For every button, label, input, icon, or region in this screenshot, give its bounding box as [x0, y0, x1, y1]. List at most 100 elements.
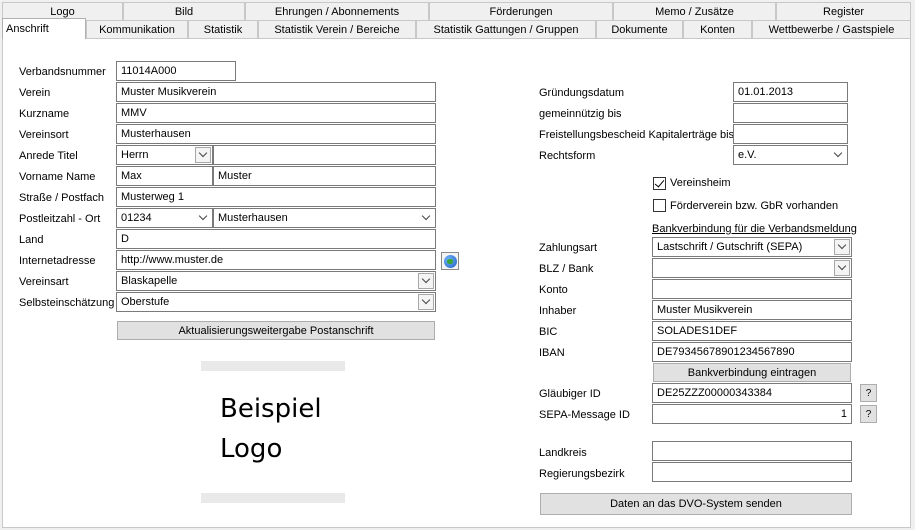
- gruendungsdatum-label: Gründungsdatum: [539, 87, 624, 99]
- internet-field[interactable]: http://www.muster.de: [116, 250, 436, 270]
- logo-bottom-bar: [201, 493, 345, 503]
- verbandsnummer-field[interactable]: 11014A000: [116, 61, 236, 81]
- chevron-down-icon[interactable]: [195, 210, 211, 226]
- logo-top-bar: [201, 361, 345, 371]
- bic-label: BIC: [539, 326, 558, 338]
- ort-value: Musterhausen: [218, 212, 288, 224]
- tab-dokumente[interactable]: Dokumente: [596, 20, 683, 38]
- selbsteinschaetzung-label: Selbsteinschätzung: [19, 297, 115, 309]
- zahlungsart-select[interactable]: Lastschrift / Gutschrift (SEPA): [652, 237, 852, 257]
- send-dvo-button[interactable]: Daten an das DVO-System senden: [540, 493, 852, 515]
- land-field[interactable]: D: [116, 229, 436, 249]
- rechtsform-value: e.V.: [738, 149, 757, 161]
- gemeinnuetzig-field[interactable]: [733, 103, 848, 123]
- tab-anschrift[interactable]: Anschrift: [2, 18, 86, 39]
- globe-icon: [443, 254, 457, 268]
- zahlungsart-value: Lastschrift / Gutschrift (SEPA): [657, 241, 803, 253]
- freistellung-label: Freistellungsbescheid Kapitalerträge bis: [539, 129, 735, 141]
- sepa-help-button[interactable]: ?: [860, 405, 877, 423]
- verein-label: Verein: [19, 87, 51, 99]
- blz-bank-select[interactable]: [652, 258, 852, 278]
- tab-kommunikation[interactable]: Kommunikation: [86, 20, 188, 38]
- anrede-titel-label: Anrede Titel: [19, 150, 78, 162]
- freistellung-field[interactable]: [733, 124, 848, 144]
- plz-select[interactable]: 01234: [116, 208, 213, 228]
- open-website-button[interactable]: [441, 252, 459, 270]
- vereinsart-value: Blaskapelle: [121, 275, 178, 287]
- bic-field[interactable]: SOLADES1DEF: [652, 321, 852, 341]
- chevron-down-icon[interactable]: [418, 273, 434, 289]
- logo-line-1: Beispiel: [220, 394, 322, 424]
- sepa-message-id-label: SEPA-Message ID: [539, 409, 630, 421]
- konto-label: Konto: [539, 284, 568, 296]
- glaeubiger-id-label: Gläubiger ID: [539, 388, 601, 400]
- chevron-down-icon[interactable]: [418, 210, 434, 226]
- foerderverein-label: Förderverein bzw. GbR vorhanden: [670, 200, 839, 212]
- tab-konten[interactable]: Konten: [683, 20, 752, 38]
- verbandsnummer-label: Verbandsnummer: [19, 66, 106, 78]
- vereinsheim-checkbox[interactable]: [653, 177, 666, 190]
- strasse-field[interactable]: Musterweg 1: [116, 187, 436, 207]
- tab-statistik[interactable]: Statistik: [188, 20, 258, 38]
- rechtsform-label: Rechtsform: [539, 150, 596, 162]
- kurzname-label: Kurzname: [19, 108, 70, 120]
- vereinsort-field[interactable]: Musterhausen: [116, 124, 436, 144]
- gemeinnuetzig-label: gemeinnützig bis: [539, 108, 622, 120]
- name-field[interactable]: Muster: [213, 166, 436, 186]
- checkmark-icon: [654, 177, 665, 188]
- glaeubiger-help-button[interactable]: ?: [860, 384, 877, 402]
- vorname-name-label: Vorname Name: [19, 171, 96, 183]
- bankverbindung-eintragen-button[interactable]: Bankverbindung eintragen: [653, 363, 851, 382]
- foerderverein-checkbox[interactable]: [653, 199, 666, 212]
- vereinsart-select[interactable]: Blaskapelle: [116, 271, 436, 291]
- vereinsart-label: Vereinsart: [19, 276, 69, 288]
- land-label: Land: [19, 234, 44, 246]
- glaeubiger-id-field[interactable]: DE25ZZZ00000343384: [652, 383, 852, 403]
- anrede-select[interactable]: Herrn: [116, 145, 213, 165]
- rechtsform-select[interactable]: e.V.: [733, 145, 848, 165]
- sepa-message-id-field[interactable]: 1: [652, 404, 852, 424]
- plz-ort-label: Postleitzahl - Ort: [19, 213, 101, 225]
- logo-line-2: Logo: [220, 434, 283, 465]
- zahlungsart-label: Zahlungsart: [539, 242, 598, 254]
- vorname-field[interactable]: Max: [116, 166, 213, 186]
- selbsteinschaetzung-value: Oberstufe: [121, 296, 170, 308]
- chevron-down-icon[interactable]: [834, 260, 850, 276]
- iban-label: IBAN: [539, 347, 565, 359]
- selbsteinschaetzung-select[interactable]: Oberstufe: [116, 292, 436, 312]
- tab-memo[interactable]: Memo / Zusätze: [613, 2, 776, 20]
- blz-bank-label: BLZ / Bank: [539, 263, 594, 275]
- chevron-down-icon[interactable]: [834, 239, 850, 255]
- inhaber-label: Inhaber: [539, 305, 577, 317]
- anrede-value: Herrn: [121, 149, 149, 161]
- tab-statistik-verein[interactable]: Statistik Verein / Bereiche: [258, 20, 416, 38]
- plz-value: 01234: [121, 212, 152, 224]
- chevron-down-icon[interactable]: [195, 147, 211, 163]
- vereinsort-label: Vereinsort: [19, 129, 69, 141]
- iban-field[interactable]: DE79345678901234567890: [652, 342, 852, 362]
- update-postanschrift-button[interactable]: Aktualisierungsweitergabe Postanschrift: [117, 321, 435, 340]
- tab-register[interactable]: Register: [776, 2, 911, 20]
- titel-field[interactable]: [213, 145, 436, 165]
- regierungsbezirk-label: Regierungsbezirk: [539, 468, 625, 480]
- konto-field[interactable]: [652, 279, 852, 299]
- tab-ehrungen[interactable]: Ehrungen / Abonnements: [245, 2, 429, 20]
- strasse-label: Straße / Postfach: [19, 192, 104, 204]
- tab-statistik-gattungen[interactable]: Statistik Gattungen / Gruppen: [416, 20, 596, 38]
- tab-foerderungen[interactable]: Förderungen: [429, 2, 613, 20]
- inhaber-field[interactable]: Muster Musikverein: [652, 300, 852, 320]
- gruendungsdatum-field[interactable]: 01.01.2013: [733, 82, 848, 102]
- chevron-down-icon[interactable]: [418, 294, 434, 310]
- kurzname-field[interactable]: MMV: [116, 103, 436, 123]
- ort-select[interactable]: Musterhausen: [213, 208, 436, 228]
- tab-bild[interactable]: Bild: [123, 2, 245, 20]
- bankverbindung-heading: Bankverbindung für die Verbandsmeldung: [652, 223, 857, 235]
- chevron-down-icon[interactable]: [830, 147, 846, 163]
- internet-label: Internetadresse: [19, 255, 96, 267]
- tab-wettbewerbe[interactable]: Wettbewerbe / Gastspiele: [752, 20, 911, 38]
- regierungsbezirk-field[interactable]: [652, 462, 852, 482]
- logo-image: Beispiel Logo: [220, 389, 322, 470]
- landkreis-field[interactable]: [652, 441, 852, 461]
- vereinsheim-label: Vereinsheim: [670, 177, 731, 189]
- verein-field[interactable]: Muster Musikverein: [116, 82, 436, 102]
